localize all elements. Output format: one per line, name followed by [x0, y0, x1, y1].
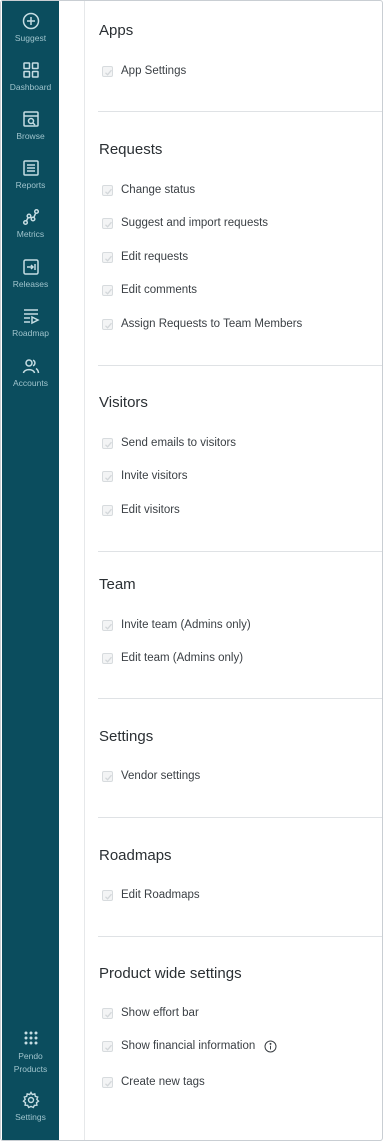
sidebar-item-pendo-products[interactable]: Pendo Products	[2, 1019, 59, 1079]
permission-label: Create new tags	[121, 1076, 205, 1088]
sidebar-item-dashboard[interactable]: Dashboard	[2, 51, 59, 97]
section-title-roadmaps: Roadmaps	[99, 847, 172, 864]
sidebar-item-label: Reports	[15, 180, 46, 190]
sidebar-item-label: Pendo Products	[13, 1051, 48, 1074]
accounts-icon	[22, 359, 39, 374]
sidebar-item-label: Releases	[12, 279, 49, 289]
permission-show-effort-bar[interactable]: Show effort bar	[102, 1005, 199, 1021]
checkbox[interactable]	[102, 1040, 113, 1052]
permission-assign-requests[interactable]: Assign Requests to Team Members	[102, 316, 302, 332]
sidebar-item-roadmap[interactable]: Roadmap	[2, 297, 59, 343]
section-title-team: Team	[99, 576, 136, 593]
section-divider	[98, 817, 382, 818]
checkbox[interactable]	[102, 184, 113, 196]
app-frame: Suggest Dashboard Browse Reports Metrics…	[0, 0, 383, 1141]
sidebar-item-label: Browse	[16, 131, 45, 141]
permission-label: Edit visitors	[121, 504, 180, 516]
permission-suggest-import[interactable]: Suggest and import requests	[102, 215, 268, 231]
permission-label: Edit Roadmaps	[121, 889, 200, 901]
permission-create-tags[interactable]: Create new tags	[102, 1074, 205, 1090]
section-divider	[98, 698, 382, 699]
sidebar-item-label: Accounts	[13, 378, 48, 388]
permission-label: App Settings	[121, 65, 187, 77]
permission-app-settings[interactable]: App Settings	[102, 63, 186, 79]
gear-icon	[21, 1091, 40, 1109]
sidebar-item-label: Roadmap	[12, 328, 49, 338]
secondary-column	[59, 1, 85, 1140]
section-divider	[98, 936, 382, 937]
permission-label: Change status	[121, 184, 196, 196]
permission-vendor-settings[interactable]: Vendor settings	[102, 768, 200, 784]
permission-label: Show effort bar	[121, 1007, 199, 1019]
checkbox[interactable]	[102, 217, 113, 229]
sidebar-item-releases[interactable]: Releases	[2, 248, 59, 294]
browse-icon	[22, 111, 39, 127]
sidebar-item-accounts[interactable]: Accounts	[2, 347, 59, 393]
dots-grid-icon	[24, 1031, 37, 1045]
permissions-panel: Apps App Settings Requests Change status…	[85, 1, 382, 1140]
roadmap-icon	[23, 309, 40, 325]
checkbox[interactable]	[102, 504, 113, 516]
sidebar-item-browse[interactable]: Browse	[2, 100, 59, 146]
permission-label: Vendor settings	[121, 770, 201, 782]
sidebar-item-label: Settings	[15, 1112, 46, 1122]
checkbox[interactable]	[102, 1007, 113, 1019]
checkbox[interactable]	[102, 770, 113, 782]
metrics-icon	[22, 208, 39, 226]
checkbox[interactable]	[102, 437, 113, 449]
permission-label: Edit team (Admins only)	[121, 652, 244, 664]
sidebar-item-metrics[interactable]: Metrics	[2, 198, 59, 244]
permission-edit-team[interactable]: Edit team (Admins only)	[102, 650, 243, 666]
sidebar-item-settings[interactable]: Settings	[2, 1081, 59, 1127]
permission-show-financial[interactable]: Show financial information	[102, 1038, 277, 1054]
grid-icon	[22, 62, 39, 78]
sidebar-item-label: Suggest	[14, 33, 47, 43]
permission-edit-comments[interactable]: Edit comments	[102, 282, 197, 298]
permission-invite-visitors[interactable]: Invite visitors	[102, 468, 187, 484]
permission-edit-roadmaps[interactable]: Edit Roadmaps	[102, 887, 200, 903]
sidebar-nav: Suggest Dashboard Browse Reports Metrics…	[2, 1, 59, 1140]
permission-label: Suggest and import requests	[121, 217, 269, 229]
checkbox[interactable]	[102, 652, 113, 664]
checkbox[interactable]	[102, 251, 113, 263]
permission-invite-team[interactable]: Invite team (Admins only)	[102, 617, 251, 633]
section-divider	[98, 551, 382, 552]
section-title-product-wide: Product wide settings	[99, 965, 242, 982]
sidebar-item-label: Dashboard	[9, 82, 52, 92]
section-divider	[98, 365, 382, 366]
section-title-settings: Settings	[99, 728, 154, 745]
checkbox[interactable]	[102, 889, 113, 901]
permission-label: Send emails to visitors	[121, 437, 237, 449]
permission-label: Assign Requests to Team Members	[121, 318, 303, 330]
checkbox[interactable]	[102, 65, 113, 77]
permission-send-emails[interactable]: Send emails to visitors	[102, 435, 236, 451]
section-title-requests: Requests	[99, 141, 163, 158]
permission-label: Edit comments	[121, 284, 198, 296]
sidebar-item-reports[interactable]: Reports	[2, 149, 59, 195]
section-title-apps: Apps	[99, 22, 134, 39]
permission-label: Edit requests	[121, 251, 189, 263]
checkbox[interactable]	[102, 619, 113, 631]
permission-edit-visitors[interactable]: Edit visitors	[102, 502, 180, 518]
checkbox[interactable]	[102, 318, 113, 330]
info-icon[interactable]	[264, 1040, 277, 1053]
checkbox[interactable]	[102, 284, 113, 296]
section-title-visitors: Visitors	[99, 394, 148, 411]
sidebar-item-suggest[interactable]: Suggest	[2, 2, 59, 48]
reports-icon	[22, 160, 39, 176]
checkbox[interactable]	[102, 470, 113, 482]
section-divider	[98, 111, 382, 112]
permission-label: Show financial information	[121, 1040, 256, 1052]
releases-icon	[22, 259, 39, 275]
permission-label: Invite team (Admins only)	[121, 619, 251, 631]
sidebar-item-label: Metrics	[16, 229, 45, 239]
checkbox[interactable]	[102, 1076, 113, 1088]
plus-circle-icon	[22, 12, 39, 30]
permission-change-status[interactable]: Change status	[102, 182, 195, 198]
permission-edit-requests[interactable]: Edit requests	[102, 249, 188, 265]
permission-label: Invite visitors	[121, 470, 188, 482]
